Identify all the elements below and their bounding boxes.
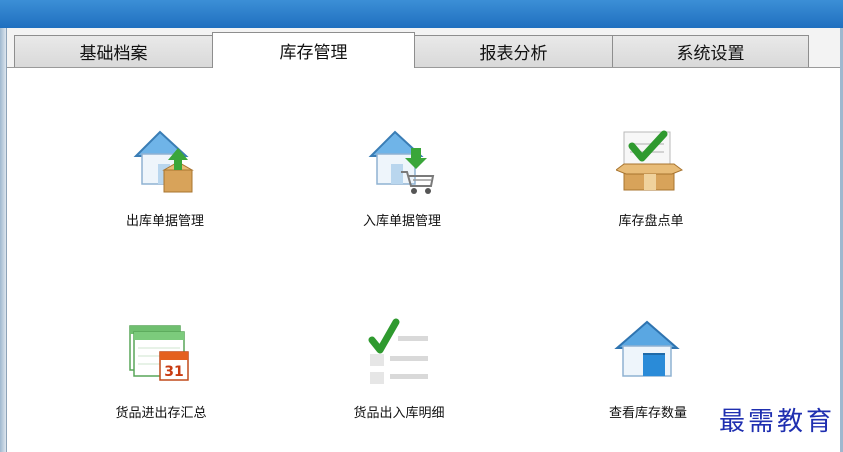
tile-goods-detail[interactable]: 货品出入库明细: [309, 318, 489, 428]
watermark-text: 最需教育: [718, 407, 835, 437]
tab-system-settings[interactable]: 系统设置: [612, 35, 809, 67]
tab-inventory-management[interactable]: 库存管理: [212, 32, 415, 68]
warehouse-in-cart-icon: [368, 130, 435, 194]
box-check-icon: [616, 130, 684, 191]
window-left-frame: [0, 28, 7, 452]
tile-label: 库存盘点单: [618, 214, 684, 229]
tab-basic-records[interactable]: 基础档案: [14, 35, 213, 67]
tile-label: 货品出入库明细: [353, 406, 445, 421]
tile-outbound-documents[interactable]: 出库单据管理: [75, 126, 255, 236]
tile-view-stock-quantity[interactable]: 查看库存数量: [558, 318, 738, 428]
tile-label: 查看库存数量: [608, 406, 687, 421]
checklist-icon: [368, 318, 428, 384]
window-title-bar: [0, 0, 843, 28]
tile-inbound-documents[interactable]: 入库单据管理: [312, 126, 492, 236]
tile-label: 出库单据管理: [125, 214, 204, 229]
calendar-report-icon: 31: [129, 325, 189, 381]
tile-label: 货品进出存汇总: [115, 406, 207, 421]
tile-stocktake[interactable]: 库存盘点单: [561, 126, 741, 236]
warehouse-out-icon: [133, 130, 194, 193]
tab-report-analysis[interactable]: 报表分析: [414, 35, 613, 67]
warehouse-icon: [614, 320, 680, 377]
tile-goods-summary[interactable]: 31 货品进出存汇总: [71, 318, 251, 428]
tile-label: 入库单据管理: [362, 214, 441, 229]
svg-text:31: 31: [164, 364, 183, 380]
